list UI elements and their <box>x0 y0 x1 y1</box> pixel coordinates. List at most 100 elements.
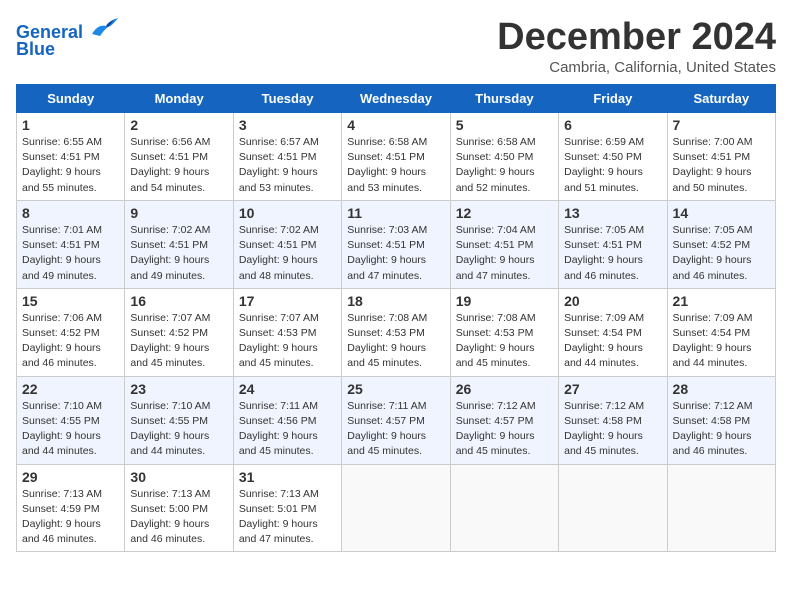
day-number: 4 <box>347 117 444 133</box>
calendar-cell: 8 Sunrise: 7:01 AMSunset: 4:51 PMDaylight… <box>17 200 125 288</box>
day-info: Sunrise: 7:13 AMSunset: 5:01 PMDaylight:… <box>239 487 336 548</box>
day-number: 31 <box>239 469 336 485</box>
day-number: 30 <box>130 469 227 485</box>
day-number: 7 <box>673 117 770 133</box>
day-info: Sunrise: 7:02 AMSunset: 4:51 PMDaylight:… <box>239 223 336 284</box>
col-saturday: Saturday <box>667 85 775 113</box>
calendar-cell: 14 Sunrise: 7:05 AMSunset: 4:52 PMDayligh… <box>667 200 775 288</box>
calendar-cell: 13 Sunrise: 7:05 AMSunset: 4:51 PMDayligh… <box>559 200 667 288</box>
day-number: 14 <box>673 205 770 221</box>
calendar-cell: 26 Sunrise: 7:12 AMSunset: 4:57 PMDayligh… <box>450 376 558 464</box>
day-info: Sunrise: 7:09 AMSunset: 4:54 PMDaylight:… <box>564 311 661 372</box>
day-info: Sunrise: 7:07 AMSunset: 4:53 PMDaylight:… <box>239 311 336 372</box>
calendar-cell: 18 Sunrise: 7:08 AMSunset: 4:53 PMDayligh… <box>342 288 450 376</box>
location: Cambria, California, United States <box>497 59 776 76</box>
day-info: Sunrise: 7:12 AMSunset: 4:58 PMDaylight:… <box>564 399 661 460</box>
day-number: 15 <box>22 293 119 309</box>
day-number: 17 <box>239 293 336 309</box>
day-info: Sunrise: 7:07 AMSunset: 4:52 PMDaylight:… <box>130 311 227 372</box>
day-number: 8 <box>22 205 119 221</box>
calendar-cell: 3Sunrise: 6:57 AMSunset: 4:51 PMDaylight… <box>233 113 341 201</box>
day-info: Sunrise: 7:10 AMSunset: 4:55 PMDaylight:… <box>22 399 119 460</box>
day-info: Sunrise: 6:58 AMSunset: 4:50 PMDaylight:… <box>456 135 553 196</box>
day-info: Sunrise: 7:05 AMSunset: 4:51 PMDaylight:… <box>564 223 661 284</box>
calendar-cell: 25 Sunrise: 7:11 AMSunset: 4:57 PMDayligh… <box>342 376 450 464</box>
calendar-cell: 29Sunrise: 7:13 AMSunset: 4:59 PMDayligh… <box>17 464 125 552</box>
calendar-cell: 2 Sunrise: 6:56 AMSunset: 4:51 PMDaylight… <box>125 113 233 201</box>
calendar-week-4: 22 Sunrise: 7:10 AMSunset: 4:55 PMDayligh… <box>17 376 776 464</box>
day-number: 21 <box>673 293 770 309</box>
header-row: Sunday Monday Tuesday Wednesday Thursday… <box>17 85 776 113</box>
calendar-cell: 24 Sunrise: 7:11 AMSunset: 4:56 PMDayligh… <box>233 376 341 464</box>
day-number: 18 <box>347 293 444 309</box>
calendar-cell: 1 Sunrise: 6:55 AMSunset: 4:51 PMDaylight… <box>17 113 125 201</box>
calendar-cell: 4Sunrise: 6:58 AMSunset: 4:51 PMDaylight… <box>342 113 450 201</box>
day-info: Sunrise: 7:03 AMSunset: 4:51 PMDaylight:… <box>347 223 444 284</box>
day-number: 22 <box>22 381 119 397</box>
calendar-cell: 27 Sunrise: 7:12 AMSunset: 4:58 PMDayligh… <box>559 376 667 464</box>
day-info: Sunrise: 6:56 AMSunset: 4:51 PMDaylight:… <box>130 135 227 196</box>
day-info: Sunrise: 7:08 AMSunset: 4:53 PMDaylight:… <box>347 311 444 372</box>
calendar-cell: 15 Sunrise: 7:06 AMSunset: 4:52 PMDayligh… <box>17 288 125 376</box>
day-info: Sunrise: 6:59 AMSunset: 4:50 PMDaylight:… <box>564 135 661 196</box>
day-info: Sunrise: 7:13 AMSunset: 5:00 PMDaylight:… <box>130 487 227 548</box>
calendar-body: 1 Sunrise: 6:55 AMSunset: 4:51 PMDaylight… <box>17 113 776 552</box>
day-info: Sunrise: 7:09 AMSunset: 4:54 PMDaylight:… <box>673 311 770 372</box>
day-number: 9 <box>130 205 227 221</box>
calendar-cell: 20 Sunrise: 7:09 AMSunset: 4:54 PMDayligh… <box>559 288 667 376</box>
day-number: 25 <box>347 381 444 397</box>
month-title: December 2024 <box>497 16 776 59</box>
day-info: Sunrise: 7:11 AMSunset: 4:56 PMDaylight:… <box>239 399 336 460</box>
col-thursday: Thursday <box>450 85 558 113</box>
day-number: 10 <box>239 205 336 221</box>
day-number: 26 <box>456 381 553 397</box>
day-info: Sunrise: 7:06 AMSunset: 4:52 PMDaylight:… <box>22 311 119 372</box>
calendar-cell: 9 Sunrise: 7:02 AMSunset: 4:51 PMDaylight… <box>125 200 233 288</box>
day-info: Sunrise: 7:01 AMSunset: 4:51 PMDaylight:… <box>22 223 119 284</box>
day-info: Sunrise: 7:02 AMSunset: 4:51 PMDaylight:… <box>130 223 227 284</box>
col-wednesday: Wednesday <box>342 85 450 113</box>
day-number: 2 <box>130 117 227 133</box>
day-info: Sunrise: 7:00 AMSunset: 4:51 PMDaylight:… <box>673 135 770 196</box>
day-number: 24 <box>239 381 336 397</box>
calendar-cell: 16Sunrise: 7:07 AMSunset: 4:52 PMDayligh… <box>125 288 233 376</box>
calendar-cell: 17 Sunrise: 7:07 AMSunset: 4:53 PMDayligh… <box>233 288 341 376</box>
day-info: Sunrise: 6:55 AMSunset: 4:51 PMDaylight:… <box>22 135 119 196</box>
calendar-cell: 23 Sunrise: 7:10 AMSunset: 4:55 PMDayligh… <box>125 376 233 464</box>
calendar-cell: 12 Sunrise: 7:04 AMSunset: 4:51 PMDayligh… <box>450 200 558 288</box>
day-number: 11 <box>347 205 444 221</box>
day-info: Sunrise: 7:12 AMSunset: 4:57 PMDaylight:… <box>456 399 553 460</box>
day-number: 23 <box>130 381 227 397</box>
calendar-cell <box>342 464 450 552</box>
day-number: 12 <box>456 205 553 221</box>
day-info: Sunrise: 7:11 AMSunset: 4:57 PMDaylight:… <box>347 399 444 460</box>
calendar-cell: 5Sunrise: 6:58 AMSunset: 4:50 PMDaylight… <box>450 113 558 201</box>
col-monday: Monday <box>125 85 233 113</box>
calendar-cell: 31 Sunrise: 7:13 AMSunset: 5:01 PMDayligh… <box>233 464 341 552</box>
calendar-week-2: 8 Sunrise: 7:01 AMSunset: 4:51 PMDaylight… <box>17 200 776 288</box>
calendar-week-5: 29Sunrise: 7:13 AMSunset: 4:59 PMDayligh… <box>17 464 776 552</box>
day-info: Sunrise: 7:05 AMSunset: 4:52 PMDaylight:… <box>673 223 770 284</box>
day-info: Sunrise: 7:12 AMSunset: 4:58 PMDaylight:… <box>673 399 770 460</box>
day-info: Sunrise: 7:10 AMSunset: 4:55 PMDaylight:… <box>130 399 227 460</box>
calendar-cell: 7 Sunrise: 7:00 AMSunset: 4:51 PMDaylight… <box>667 113 775 201</box>
day-info: Sunrise: 6:57 AMSunset: 4:51 PMDaylight:… <box>239 135 336 196</box>
day-number: 13 <box>564 205 661 221</box>
calendar-cell: 10 Sunrise: 7:02 AMSunset: 4:51 PMDayligh… <box>233 200 341 288</box>
day-number: 1 <box>22 117 119 133</box>
calendar-cell: 22 Sunrise: 7:10 AMSunset: 4:55 PMDayligh… <box>17 376 125 464</box>
day-info: Sunrise: 7:04 AMSunset: 4:51 PMDaylight:… <box>456 223 553 284</box>
day-number: 28 <box>673 381 770 397</box>
calendar-table: Sunday Monday Tuesday Wednesday Thursday… <box>16 84 776 552</box>
day-number: 29 <box>22 469 119 485</box>
day-number: 6 <box>564 117 661 133</box>
calendar-week-1: 1 Sunrise: 6:55 AMSunset: 4:51 PMDaylight… <box>17 113 776 201</box>
day-number: 27 <box>564 381 661 397</box>
col-tuesday: Tuesday <box>233 85 341 113</box>
title-block: December 2024 Cambria, California, Unite… <box>497 16 776 76</box>
calendar-cell: 28 Sunrise: 7:12 AMSunset: 4:58 PMDayligh… <box>667 376 775 464</box>
col-friday: Friday <box>559 85 667 113</box>
logo: General Blue <box>16 16 118 60</box>
day-number: 20 <box>564 293 661 309</box>
calendar-cell: 30 Sunrise: 7:13 AMSunset: 5:00 PMDayligh… <box>125 464 233 552</box>
